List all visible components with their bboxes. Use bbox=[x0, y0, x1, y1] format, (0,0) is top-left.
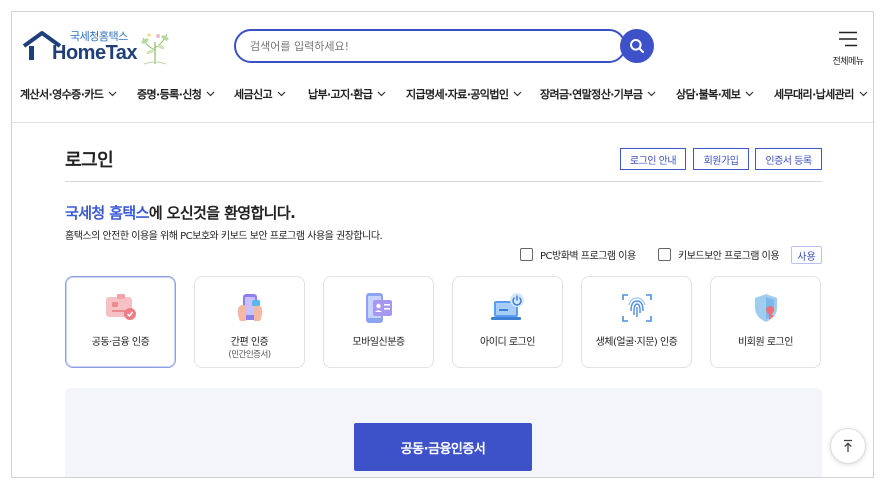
card-sublabel: (민간인증서) bbox=[228, 350, 271, 360]
chevron-down-icon bbox=[377, 91, 386, 97]
page-title: 로그인 bbox=[65, 150, 114, 171]
use-button[interactable]: 사용 bbox=[791, 246, 822, 264]
phone-hand-icon bbox=[237, 294, 263, 321]
nav-item-label: 세무대리·납세관리 bbox=[774, 88, 854, 101]
arrow-up-icon bbox=[844, 439, 852, 452]
all-menu-button[interactable]: 전체메뉴 bbox=[828, 28, 868, 68]
pc-firewall-checkbox[interactable] bbox=[520, 248, 533, 261]
nav-divider bbox=[12, 122, 873, 123]
login-card-biometric[interactable]: 생체(얼굴·지문) 인증 bbox=[581, 276, 692, 368]
nav-item-agent[interactable]: 세무대리·납세관리 bbox=[774, 82, 868, 106]
hamburger-icon bbox=[839, 31, 857, 47]
nav-item-tax-report[interactable]: 세금신고 bbox=[234, 82, 286, 106]
nav-item-label: 계산서·영수증·카드 bbox=[20, 88, 104, 101]
search-bar bbox=[234, 29, 654, 65]
card-label: 비회원 로그인 bbox=[738, 337, 793, 348]
hometax-logo[interactable]: 국세청홈택스 HomeTax bbox=[22, 28, 172, 68]
logo-title: HomeTax bbox=[52, 42, 138, 64]
login-card-simple-auth[interactable]: 간편 인증 (민간인증서) bbox=[194, 276, 305, 368]
scroll-to-top-button[interactable] bbox=[830, 428, 866, 464]
chevron-down-icon bbox=[513, 91, 522, 97]
welcome-highlight: 국세청 홈택스 bbox=[65, 204, 149, 222]
login-methods: 공동·금융 인증 간편 인증 (민간인증서) 모바일신분증 아이디 로그인 생체… bbox=[65, 276, 822, 368]
card-label: 아이디 로그인 bbox=[480, 337, 535, 348]
browser-frame: 국세청홈택스 HomeTax 전체메뉴 bbox=[11, 11, 874, 478]
keyboard-security-option[interactable]: 키보드보안 프로그램 이용 bbox=[658, 247, 780, 262]
search-button[interactable] bbox=[620, 29, 654, 63]
welcome-message: 국세청 홈택스에 오신것을 환영합니다. bbox=[65, 202, 296, 223]
nav-item-label: 세금신고 bbox=[234, 88, 273, 101]
pc-firewall-option[interactable]: PC방화벽 프로그램 이용 bbox=[520, 247, 636, 262]
login-panel: 공동·금융인증서 bbox=[65, 388, 822, 477]
certificate-card-icon bbox=[106, 294, 136, 320]
nav-item-payment[interactable]: 납부·고지·환급 bbox=[308, 82, 386, 106]
nav-item-label: 지급명세·자료·공익법인 bbox=[406, 88, 509, 101]
login-card-joint-certificate[interactable]: 공동·금융 인증 bbox=[65, 276, 176, 368]
nav-item-invoice[interactable]: 계산서·영수증·카드 bbox=[20, 82, 117, 106]
search-input[interactable] bbox=[234, 29, 626, 63]
card-label: 모바일신분증 bbox=[352, 337, 405, 348]
mobile-id-icon bbox=[366, 293, 392, 323]
main-navigation: 계산서·영수증·카드 증명·등록·신청 세금신고 납부·고지·환급 지급명세·자… bbox=[12, 82, 873, 122]
nav-item-label: 증명·등록·신청 bbox=[137, 88, 202, 101]
nav-item-statement[interactable]: 지급명세·자료·공익법인 bbox=[406, 82, 522, 106]
login-guide-button[interactable]: 로그인 안내 bbox=[620, 148, 686, 170]
login-card-mobile-id[interactable]: 모바일신분증 bbox=[323, 276, 434, 368]
register-certificate-button[interactable]: 인증서 등록 bbox=[755, 148, 822, 170]
login-card-non-member[interactable]: 비회원 로그인 bbox=[710, 276, 821, 368]
nav-item-incentive[interactable]: 장려금·연말정산·기부금 bbox=[540, 82, 656, 106]
chevron-down-icon bbox=[745, 91, 754, 97]
login-card-id[interactable]: 아이디 로그인 bbox=[452, 276, 563, 368]
welcome-rest: 에 오신것을 환영합니다. bbox=[148, 204, 296, 222]
keyboard-security-label: 키보드보안 프로그램 이용 bbox=[678, 251, 780, 262]
chevron-down-icon bbox=[108, 91, 117, 97]
title-divider bbox=[65, 181, 822, 182]
card-label: 생체(얼굴·지문) 인증 bbox=[595, 337, 678, 348]
joint-certificate-login-button[interactable]: 공동·금융인증서 bbox=[354, 423, 532, 471]
plant-icon bbox=[141, 33, 169, 65]
nav-item-label: 납부·고지·환급 bbox=[308, 88, 373, 101]
nav-item-certificate[interactable]: 증명·등록·신청 bbox=[137, 82, 215, 106]
search-icon bbox=[630, 39, 644, 53]
nav-item-label: 상담·불복·제보 bbox=[676, 88, 741, 101]
chevron-down-icon bbox=[647, 91, 656, 97]
card-label: 공동·금융 인증 bbox=[91, 337, 150, 348]
laptop-power-icon bbox=[491, 293, 524, 320]
keyboard-security-checkbox[interactable] bbox=[658, 248, 671, 261]
chevron-down-icon bbox=[859, 91, 868, 97]
all-menu-label: 전체메뉴 bbox=[832, 57, 864, 67]
chevron-down-icon bbox=[206, 91, 215, 97]
chevron-down-icon bbox=[277, 91, 286, 97]
card-label: 간편 인증 bbox=[230, 337, 269, 348]
nav-item-label: 장려금·연말정산·기부금 bbox=[540, 88, 643, 101]
shield-key-icon bbox=[755, 294, 777, 322]
signup-button[interactable]: 회원가입 bbox=[693, 148, 749, 170]
nav-item-consult[interactable]: 상담·불복·제보 bbox=[676, 82, 754, 106]
fingerprint-icon bbox=[622, 294, 652, 322]
security-description: 홈택스의 안전한 이용을 위해 PC보호와 키보드 보안 프로그램 사용을 권장… bbox=[65, 231, 383, 242]
pc-firewall-label: PC방화벽 프로그램 이용 bbox=[540, 251, 636, 262]
